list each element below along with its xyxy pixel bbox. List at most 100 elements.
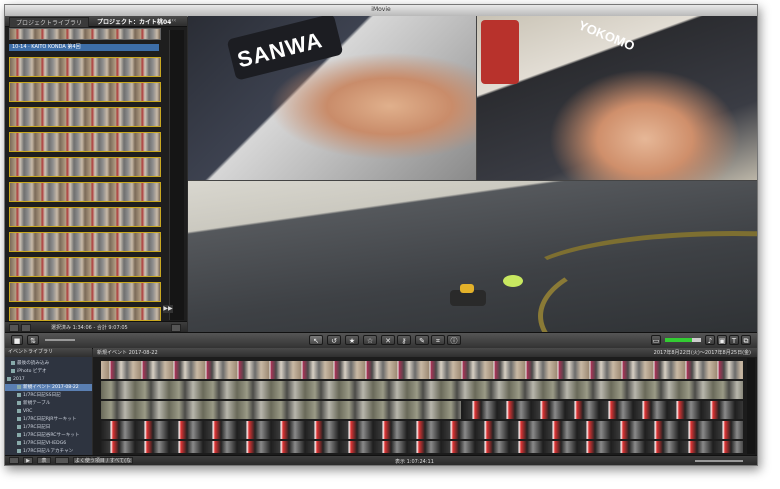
fast-forward-icon[interactable]: ▶▶ [163, 305, 173, 313]
event-date-range: 2017年8月22日(火)～2017年8月25日(金) [653, 350, 751, 356]
event-library-item[interactable]: 1/7RC日記日 [5, 424, 92, 431]
show-label: 表示： [37, 457, 51, 464]
event-clip-row[interactable] [101, 441, 743, 453]
event-clip-row[interactable] [463, 401, 743, 419]
camera-import-button[interactable]: ■ [11, 335, 23, 345]
project-pane: プロジェクトライブラリ プロジェクト：カイト桃04 ‹‹‹ 10-14 · KA… [5, 16, 187, 333]
clip-strip[interactable] [9, 232, 161, 252]
ball [503, 275, 523, 287]
swap-button[interactable]: ⇅ [27, 335, 39, 345]
event-label: 最後の読み込み [17, 361, 50, 366]
clip-strip[interactable] [9, 207, 161, 227]
transition-icon[interactable]: ⧉ [741, 335, 751, 345]
filter-popup[interactable]: よく使う項目 / すべて(ない) [73, 457, 133, 464]
event-clip-row[interactable] [101, 361, 743, 379]
clip-strip[interactable] [9, 107, 161, 127]
rotate-icon[interactable]: ↺ [327, 335, 341, 345]
voiceover-icon[interactable]: ♪ [705, 335, 715, 345]
event-library-item[interactable]: 1/7RC日記RJRサーキット [5, 416, 92, 423]
event-label: 新規テーブル [23, 401, 51, 406]
add-project-icon[interactable] [9, 324, 19, 332]
project-library-button[interactable]: プロジェクトライブラリ [9, 17, 90, 28]
event-library-item[interactable]: 1/7RC日記SS日記 [5, 392, 92, 399]
fullscreen-icon[interactable] [171, 324, 181, 332]
eyedropper-icon[interactable]: ✎ [415, 335, 429, 345]
play-project-icon[interactable] [21, 324, 31, 332]
rc-car [450, 284, 486, 306]
event-label: VRC [23, 409, 33, 414]
favorite-star-icon[interactable]: ★ [345, 335, 359, 345]
event-library-item[interactable]: 1/7RC日記VI-IEDG6 [5, 440, 92, 447]
info-icon[interactable]: ⓘ [447, 335, 461, 345]
play-event-icon[interactable]: ▶ [23, 457, 33, 464]
clip-strip[interactable] [9, 182, 161, 202]
event-icon [11, 368, 15, 373]
event-library-item[interactable]: VRC [5, 408, 92, 415]
event-clip-row[interactable] [101, 421, 743, 439]
bottom-bar: ▶ 表示： よく使う項目 / すべて(ない) 表示 1:07:24:11 [5, 455, 757, 465]
event-label: 1/7RC日記日 [23, 425, 51, 430]
clip-strip[interactable] [9, 307, 161, 321]
red-sticker [481, 20, 519, 84]
photo-icon[interactable]: ▣ [717, 335, 727, 345]
event-icon [17, 416, 21, 421]
audio-skim-icon[interactable]: ▭ [651, 335, 661, 345]
project-scrollbar[interactable] [169, 30, 184, 320]
event-icon [11, 360, 15, 365]
clip-strip[interactable] [9, 282, 161, 302]
event-scrollbar[interactable] [747, 358, 755, 454]
preview-viewer: SANWA YOKOMO [188, 16, 757, 332]
event-library-item[interactable]: 新規テーブル [5, 400, 92, 407]
event-icon [17, 408, 21, 413]
event-icon [17, 432, 21, 437]
event-library-header: イベントライブラリ [5, 348, 92, 357]
event-clip-row[interactable] [101, 381, 743, 399]
select-tool-button[interactable]: ↖ [309, 335, 323, 345]
event-label: 1/7RC日記ルアカチャン [23, 449, 74, 454]
show-library-icon[interactable] [9, 457, 19, 464]
event-label: 1/7RC日記VI-IEDG6 [23, 441, 67, 446]
project-title: プロジェクト：カイト桃04 [97, 19, 172, 26]
yokomo-logo: YOKOMO [576, 17, 637, 54]
thumbnail-size-slider[interactable] [695, 460, 743, 462]
project-nav-button[interactable]: ‹‹‹ [169, 17, 176, 24]
crop-icon[interactable]: ⌗ [431, 335, 445, 345]
event-label: 1/7RC日記谷RCサーキット [23, 433, 80, 438]
event-library-item[interactable]: 1/7RC日記ルアカチャン [5, 448, 92, 455]
event-library-item[interactable]: 1/7RC日記谷RCサーキット [5, 432, 92, 439]
sanwa-logo: SANWA [226, 16, 344, 81]
event-label: 1/7RC日記SS日記 [23, 393, 61, 398]
event-duration-counter: 表示 1:07:24:11 [395, 459, 434, 465]
window-title: iMovie [371, 6, 391, 13]
event-browser-header: 新規イベント 2017-08-22 2017年8月22日(火)～2017年8月2… [93, 348, 757, 357]
event-browser: 新規イベント 2017-08-22 2017年8月22日(火)～2017年8月2… [93, 348, 757, 455]
event-library-item[interactable]: 2017 [5, 376, 92, 383]
unmark-star-icon[interactable]: ☆ [363, 335, 377, 345]
event-label: 1/7RC日記RJRサーキット [23, 417, 77, 422]
event-clip-row[interactable] [101, 401, 461, 419]
project-duration-info: 選択済み 1:34:06 - 合計 9:07:05 [51, 325, 128, 331]
main-toolbar: ■ ⇅ ↖ ↺ ★ ☆ ✕ ⚷ ✎ ⌗ ⓘ ▭ ♪ ▣ T ⧉ [5, 332, 757, 349]
audio-meter [665, 338, 701, 342]
title-icon[interactable]: T [729, 335, 739, 345]
clip-strip[interactable] [9, 57, 161, 77]
event-library-item[interactable]: iPhoto ビデオ [5, 368, 92, 375]
clip-strip[interactable] [9, 82, 161, 102]
project-header: プロジェクトライブラリ プロジェクト：カイト桃04 ‹‹‹ [5, 16, 187, 28]
event-label: 2017 [13, 377, 25, 382]
keyword-icon[interactable]: ⚷ [397, 335, 411, 345]
event-icon [17, 424, 21, 429]
event-library-item[interactable]: 最後の読み込み [5, 360, 92, 367]
zoom-slider[interactable] [45, 339, 75, 341]
event-icon [17, 392, 21, 397]
split-view-icon[interactable] [55, 457, 69, 464]
event-icon [7, 376, 11, 381]
clip-strip[interactable] [9, 257, 161, 277]
event-library-item[interactable]: 新規イベント 2017-08-22 [5, 384, 92, 391]
clip-strip[interactable] [9, 157, 161, 177]
imovie-window: iMovie プロジェクトライブラリ プロジェクト：カイト桃04 ‹‹‹ 10-… [4, 4, 758, 466]
clip-strip[interactable] [9, 28, 161, 40]
reject-icon[interactable]: ✕ [381, 335, 395, 345]
clip-strip[interactable] [9, 132, 161, 152]
video-frame-right: YOKOMO [477, 16, 757, 180]
